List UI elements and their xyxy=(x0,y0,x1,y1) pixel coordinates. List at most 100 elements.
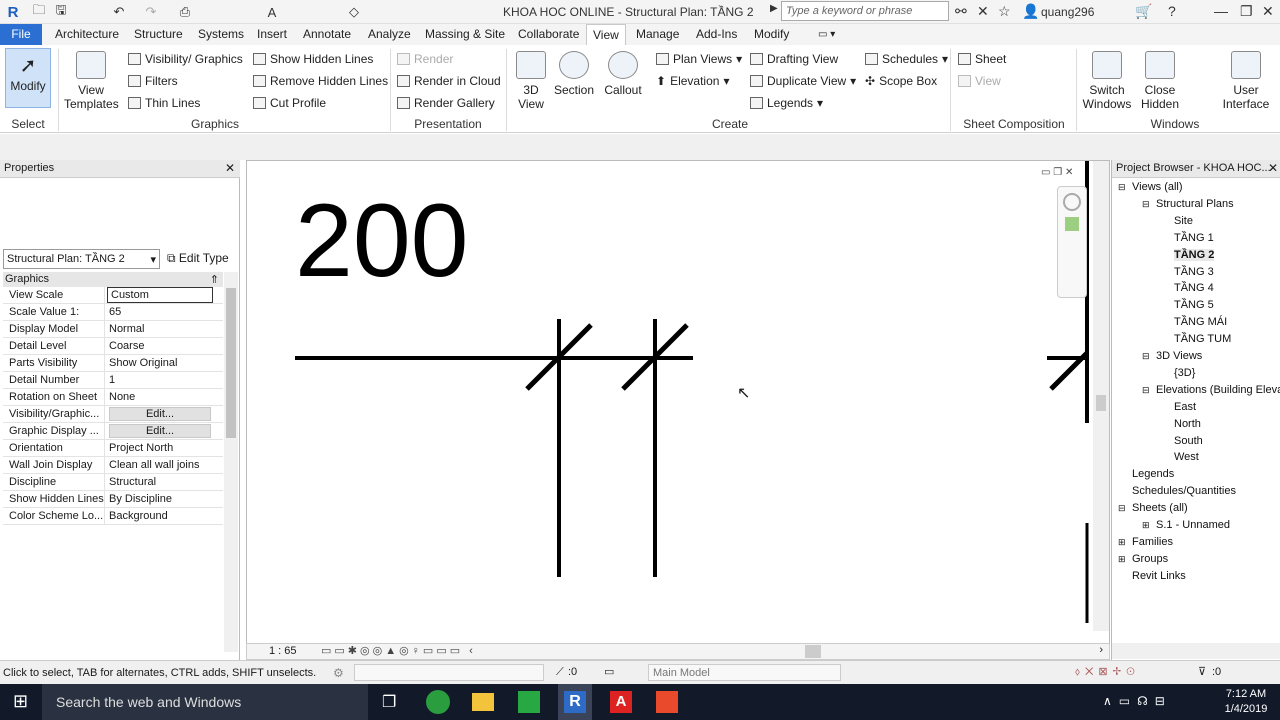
property-value[interactable]: Coarse xyxy=(109,340,144,352)
autocad-icon[interactable]: A xyxy=(610,691,632,713)
property-row[interactable]: Orientation Project North xyxy=(3,440,223,457)
render-gallery-button[interactable]: Render Gallery xyxy=(397,96,495,110)
view-templates-button[interactable]: View Templates xyxy=(64,51,119,111)
place-view-button[interactable]: View xyxy=(958,74,1001,88)
tree-node[interactable]: Views (all) xyxy=(1132,181,1183,193)
revit-taskbar-button[interactable]: R xyxy=(558,684,592,720)
print-icon[interactable]: ⎙ xyxy=(176,3,194,21)
user-name[interactable]: quang296 xyxy=(1041,5,1094,19)
revit-logo-icon[interactable]: R xyxy=(4,3,22,21)
select-panel-label[interactable]: Select xyxy=(6,117,50,131)
legends-button[interactable]: Legends ▾ xyxy=(750,96,823,110)
expand-toggle-icon[interactable]: ⊟ xyxy=(1142,351,1150,362)
property-value[interactable]: Normal xyxy=(109,323,144,335)
tree-node[interactable]: {3D} xyxy=(1174,367,1195,379)
property-row[interactable]: Scale Value 1: 65 xyxy=(3,304,223,321)
binoculars-icon[interactable]: ⚯ xyxy=(955,3,967,20)
expand-toggle-icon[interactable]: ⊞ xyxy=(1142,520,1150,531)
search-input[interactable]: Type a keyword or phrase xyxy=(781,1,949,21)
tree-node[interactable]: East xyxy=(1174,401,1196,413)
tree-node[interactable]: West xyxy=(1174,451,1199,463)
remove-hidden-lines-button[interactable]: Remove Hidden Lines xyxy=(253,74,388,88)
filter-icon[interactable]: ⊽ xyxy=(1198,665,1206,678)
property-value[interactable]: None xyxy=(109,391,135,403)
expand-toggle-icon[interactable]: ⊟ xyxy=(1118,182,1126,193)
property-row[interactable]: Parts Visibility Show Original xyxy=(3,355,223,372)
view-control-icons[interactable]: ▭▭✱◎◎▲◎♀▭▭▭ ‹ xyxy=(321,644,476,657)
tree-node[interactable]: South xyxy=(1174,435,1203,447)
ribbon-toggle-icon[interactable]: ▭ ▾ xyxy=(812,24,841,45)
workset-dropdown[interactable] xyxy=(354,664,544,681)
design-options-icon[interactable]: ▭ xyxy=(604,665,614,678)
close-hidden-button[interactable]: Close Hidden xyxy=(1136,51,1184,111)
property-row[interactable]: Detail Level Coarse xyxy=(3,338,223,355)
favorites-star-icon[interactable]: ☆ xyxy=(998,3,1011,20)
tree-node[interactable]: TẦNG 1 xyxy=(1174,232,1214,244)
tree-node[interactable]: TẦNG 3 xyxy=(1174,266,1214,278)
canvas-horizontal-scrollbar-thumb[interactable] xyxy=(805,645,821,658)
tab-addins[interactable]: Add-Ins xyxy=(690,24,743,45)
property-row[interactable]: Show Hidden Lines By Discipline xyxy=(3,491,223,508)
view-window-controls[interactable]: ▭ ❐ ✕ xyxy=(1041,167,1073,178)
scrollbar-thumb[interactable] xyxy=(226,288,236,438)
open-icon[interactable]: 🗀 xyxy=(30,2,48,21)
collapse-icon[interactable]: ⇑ xyxy=(210,273,219,286)
tab-file[interactable]: File xyxy=(0,24,42,45)
tab-view[interactable]: View xyxy=(586,24,626,45)
visibility-graphics-button[interactable]: Visibility/ Graphics xyxy=(128,52,243,66)
close-views-icon[interactable]: ◇ xyxy=(345,3,363,21)
tab-manage[interactable]: Manage xyxy=(630,24,685,45)
worksets-icon[interactable]: ⚙ xyxy=(333,666,344,680)
filters-button[interactable]: Filters xyxy=(128,74,178,88)
zoom-icon[interactable] xyxy=(1065,217,1079,231)
tree-node[interactable]: Site xyxy=(1174,215,1193,227)
task-view-icon[interactable]: ❐ xyxy=(382,692,396,712)
user-icon[interactable]: 👤 xyxy=(1022,3,1039,20)
tab-annotate[interactable]: Annotate xyxy=(297,24,357,45)
tree-node[interactable]: TẦNG 5 xyxy=(1174,299,1214,311)
tree-node[interactable]: TẦNG 4 xyxy=(1174,282,1214,294)
duplicate-view-button[interactable]: Duplicate View ▾ xyxy=(750,74,856,88)
subscription-icon[interactable]: ✕ xyxy=(977,3,989,20)
tree-node[interactable]: S.1 - Unnamed xyxy=(1156,519,1230,531)
close-icon[interactable]: ✕ xyxy=(1268,161,1278,175)
render-in-cloud-button[interactable]: Render in Cloud xyxy=(397,74,501,88)
tab-structure[interactable]: Structure xyxy=(128,24,189,45)
clock[interactable]: 7:12 AM 1/4/2019 xyxy=(1222,687,1270,717)
view-scale[interactable]: 1 : 65 xyxy=(269,645,297,657)
tree-node[interactable]: TẦNG 2 xyxy=(1174,248,1215,261)
tab-architecture[interactable]: Architecture xyxy=(49,24,125,45)
tree-node[interactable]: Revit Links xyxy=(1132,570,1186,582)
property-row[interactable]: Display Model Normal xyxy=(3,321,223,338)
canvas-vertical-scrollbar[interactable] xyxy=(1093,161,1109,631)
tree-node[interactable]: Structural Plans xyxy=(1156,198,1234,210)
tree-node[interactable]: TẦNG TUM xyxy=(1174,333,1231,345)
tab-systems[interactable]: Systems xyxy=(192,24,250,45)
drafting-view-button[interactable]: Drafting View xyxy=(750,52,838,66)
tree-node[interactable]: Groups xyxy=(1132,553,1168,565)
sheet-button[interactable]: Sheet xyxy=(958,52,1006,66)
scroll-right-icon[interactable]: › xyxy=(1099,644,1103,656)
property-row[interactable]: Visibility/Graphic... Edit... xyxy=(3,406,223,423)
scrollbar-thumb[interactable] xyxy=(1096,395,1106,411)
property-row[interactable]: Rotation on Sheet None xyxy=(3,389,223,406)
property-value[interactable]: Custom xyxy=(107,287,213,303)
3d-view-button[interactable]: 3D View xyxy=(512,51,550,111)
close-icon[interactable]: ✕ xyxy=(225,161,235,175)
property-row[interactable]: Detail Number 1 xyxy=(3,372,223,389)
tree-node[interactable]: TẦNG MÁI xyxy=(1174,316,1227,328)
edit-button[interactable]: Edit... xyxy=(109,424,211,438)
property-row[interactable]: View Scale Custom xyxy=(3,287,223,304)
redo-icon[interactable]: ↷ xyxy=(142,3,160,21)
type-selector[interactable]: Structural Plan: TẦNG 2 ▾ xyxy=(3,249,160,269)
scope-box-button[interactable]: ✣ Scope Box xyxy=(865,74,937,88)
taskbar-search[interactable]: Search the web and Windows xyxy=(42,684,368,720)
property-value[interactable]: Show Original xyxy=(109,357,177,369)
navigation-bar[interactable] xyxy=(1057,186,1087,298)
property-value[interactable]: Project North xyxy=(109,442,173,454)
selection-filter-icons[interactable]: ⬨✕⊠✢⊙ xyxy=(1075,665,1140,679)
thin-lines-button[interactable]: Thin Lines xyxy=(128,96,200,110)
tree-node[interactable]: Families xyxy=(1132,536,1173,548)
restore-icon[interactable]: ❐ xyxy=(1240,3,1253,20)
cart-icon[interactable]: 🛒 xyxy=(1135,3,1152,20)
